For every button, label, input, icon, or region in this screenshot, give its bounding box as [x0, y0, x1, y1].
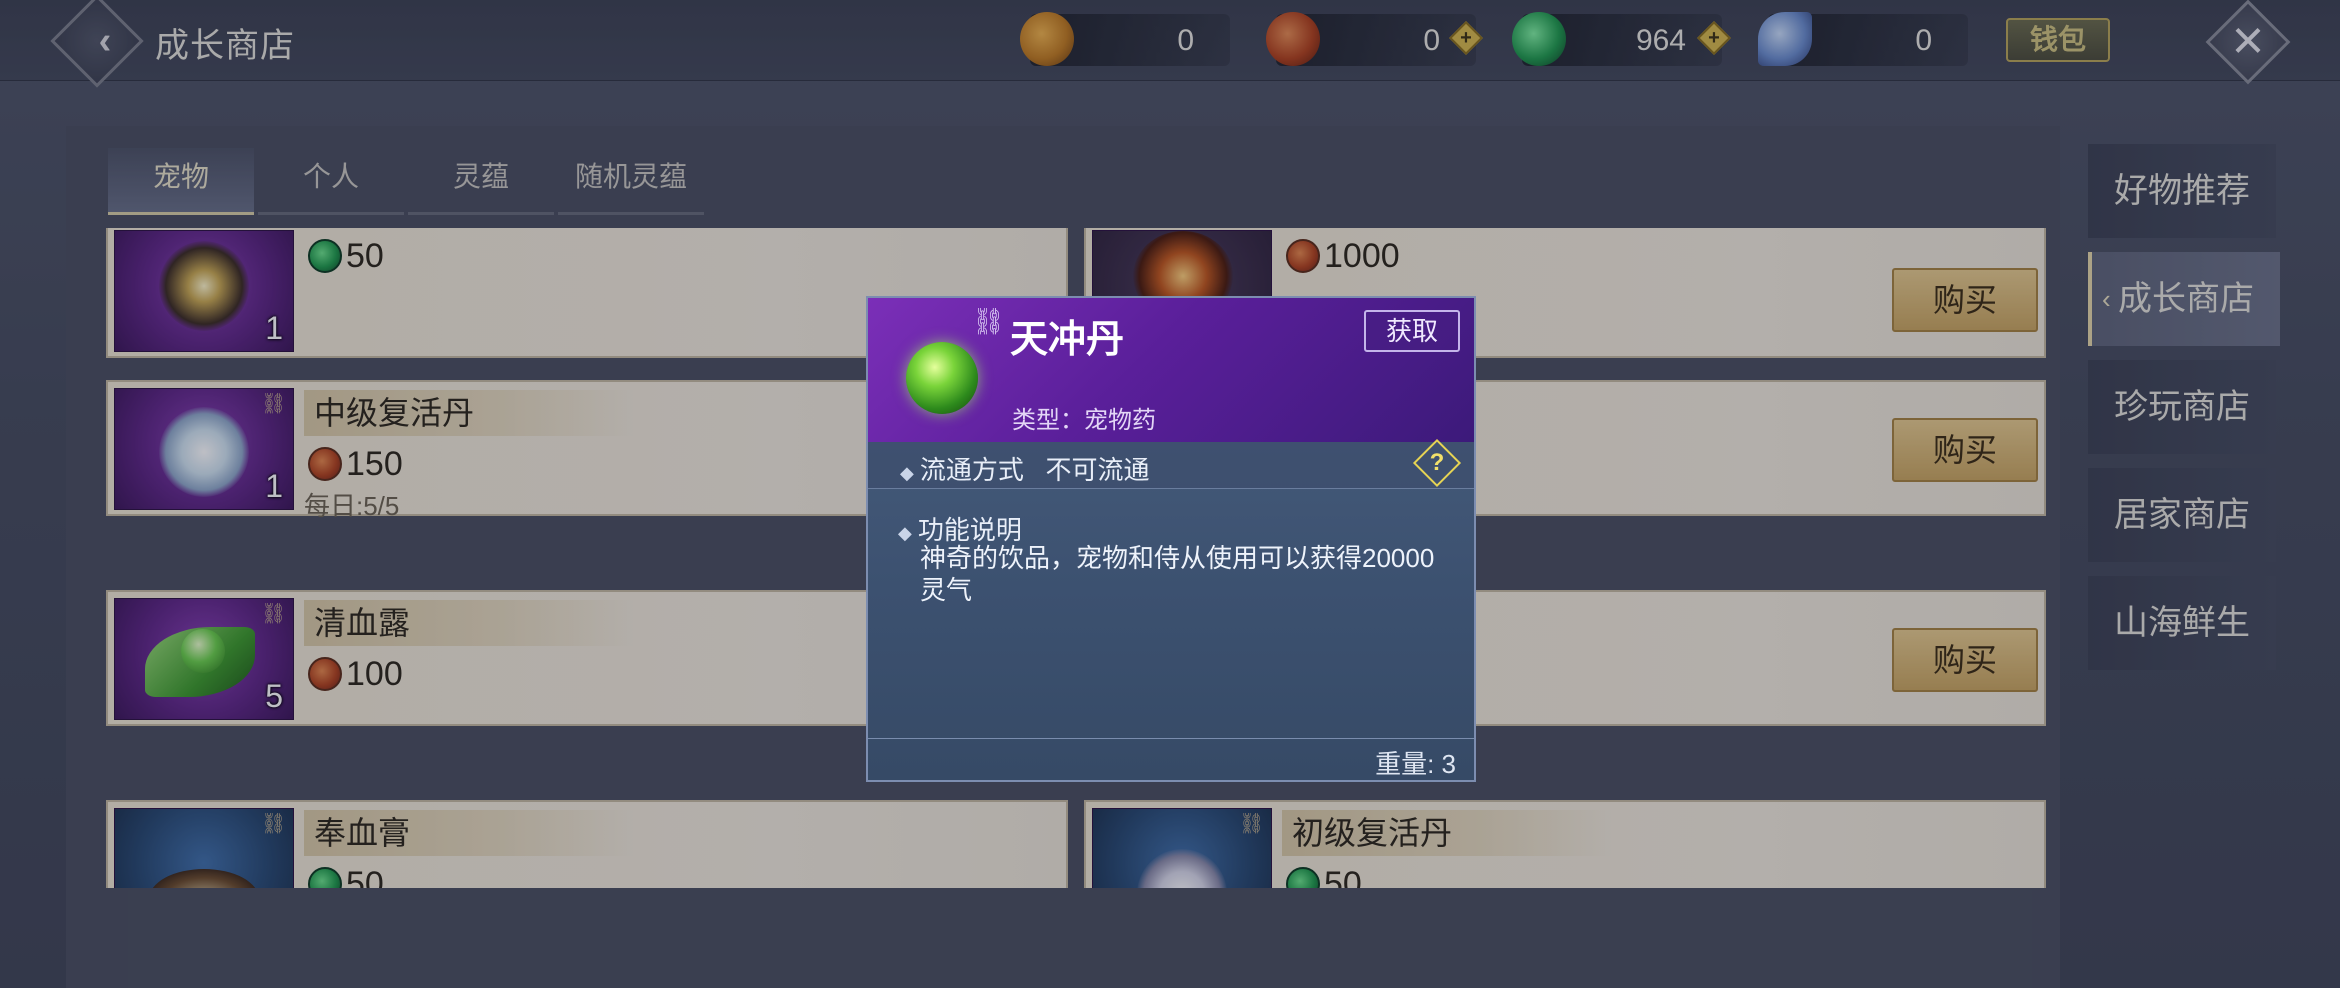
pill-icon — [906, 342, 978, 414]
tooltip-title: 天冲丹 — [1010, 319, 1125, 361]
item-weight: 重量: 3 — [1375, 749, 1456, 779]
help-question-mark[interactable]: ? — [1420, 446, 1454, 480]
divider — [868, 738, 1474, 739]
diamond-bullet-icon: ◆ — [898, 523, 912, 543]
circulation-row: ◆ 流通方式 不可流通 ? — [868, 438, 1474, 489]
link-icon: ⛓ — [972, 306, 1006, 336]
item-type: 类型：宠物药 — [1012, 407, 1156, 434]
circulation-text: ◆ 流通方式 不可流通 — [900, 455, 1150, 485]
get-button[interactable]: 获取 — [1364, 310, 1460, 352]
diamond-bullet-icon: ◆ — [900, 463, 914, 483]
description-text: 神奇的饮品，宠物和侍从使用可以获得20000灵气 — [920, 543, 1435, 605]
item-tooltip: ⛓ 天冲丹 获取 类型：宠物药 ◆ 流通方式 不可流通 ? ◆ 功能说明 神奇的饮品… — [866, 296, 1476, 782]
tooltip-header: ⛓ 天冲丹 获取 类型：宠物药 — [868, 298, 1474, 442]
